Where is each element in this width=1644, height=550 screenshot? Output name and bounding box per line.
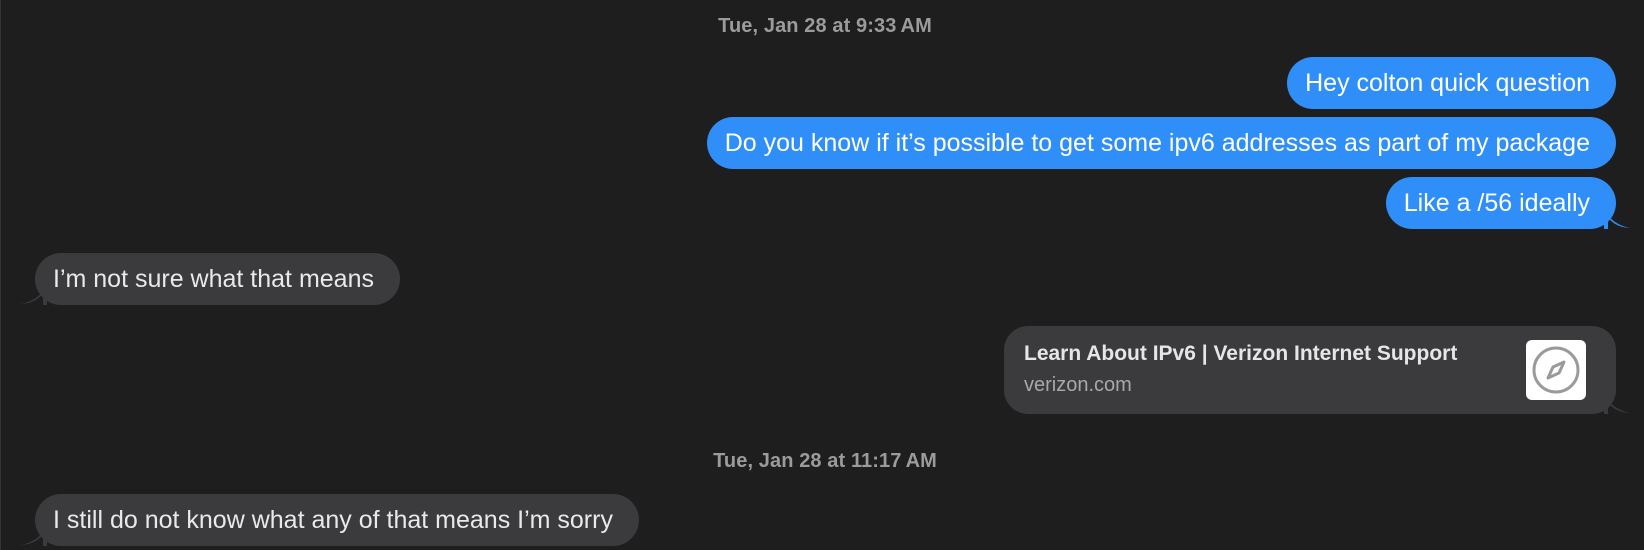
bubble-tail xyxy=(1604,390,1630,414)
conversation-view: Tue, Jan 28 at 9:33 AM Hey colton quick … xyxy=(0,0,1644,550)
outgoing-message-bubble[interactable]: Hey colton quick question xyxy=(1287,57,1616,109)
bubble-tail xyxy=(1604,205,1630,229)
timestamp: Tue, Jan 28 at 11:17 AM xyxy=(713,450,937,472)
incoming-message-bubble[interactable]: I’m not sure what that means xyxy=(21,253,400,305)
link-preview-title: Learn About IPv6 | Verizon Internet Supp… xyxy=(1024,342,1458,365)
message-text: I still do not know what any of that mea… xyxy=(53,506,613,534)
link-preview-card[interactable]: Learn About IPv6 | Verizon Internet Supp… xyxy=(1004,326,1630,414)
bubble-tail xyxy=(21,281,47,305)
message-text: Do you know if it’s possible to get some… xyxy=(724,129,1590,157)
message-text: I’m not sure what that means xyxy=(53,265,374,293)
link-preview-domain: verizon.com xyxy=(1024,374,1132,396)
message-text: Hey colton quick question xyxy=(1305,69,1590,97)
outgoing-message-bubble[interactable]: Do you know if it’s possible to get some… xyxy=(706,117,1616,169)
safari-compass-icon xyxy=(1526,340,1586,400)
incoming-message-bubble[interactable]: I still do not know what any of that mea… xyxy=(21,494,639,546)
message-text: Like a /56 ideally xyxy=(1403,189,1590,217)
bubble-tail xyxy=(21,522,47,546)
timestamp: Tue, Jan 28 at 9:33 AM xyxy=(718,15,932,37)
outgoing-message-bubble[interactable]: Like a /56 ideally xyxy=(1385,177,1630,229)
